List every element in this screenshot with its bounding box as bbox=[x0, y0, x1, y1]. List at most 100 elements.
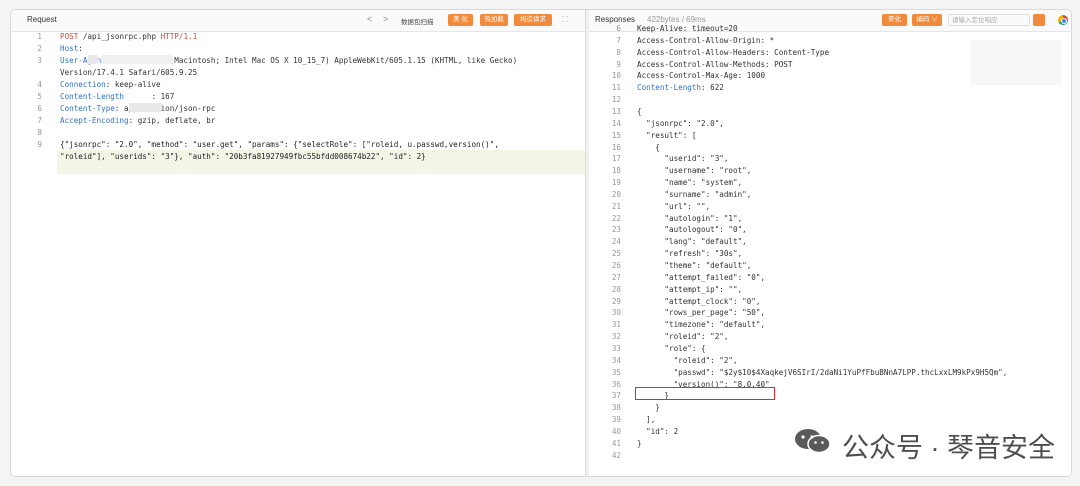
code-line: "result": [ bbox=[637, 131, 697, 140]
line-number: 31 bbox=[611, 320, 621, 329]
code-line: "url": "", bbox=[637, 202, 711, 211]
code-token: Content-Length bbox=[60, 92, 125, 101]
code-line: {"jsonrpc": "2.0", "method": "user.get",… bbox=[60, 140, 499, 149]
line-number: 25 bbox=[611, 249, 621, 258]
line-number: 42 bbox=[611, 451, 621, 460]
code-token: Version/17.4.1 Safari/605.9.25 bbox=[60, 68, 198, 77]
code-line: "roleid": "2", bbox=[637, 332, 729, 341]
line-number: 7 bbox=[616, 36, 621, 45]
wechat-icon bbox=[795, 429, 831, 454]
code-line: "roleid"], "userids": "3"}, "auth": "20b… bbox=[60, 152, 426, 161]
code-line: "passwd": "$2y$10$4XaqkejV6SIrI/2daNi1Yu… bbox=[637, 368, 1008, 377]
line-number: 33 bbox=[611, 344, 621, 353]
line-number: 11 bbox=[611, 83, 621, 92]
code-line: "username": "root", bbox=[637, 166, 752, 175]
code-token: User-Agent bbox=[60, 56, 106, 65]
line-number: 10 bbox=[611, 71, 621, 80]
watermark-text: 公众号 · 琴音安全 bbox=[842, 433, 1055, 463]
line-number: 21 bbox=[611, 202, 621, 211]
line-number: 28 bbox=[611, 285, 621, 294]
code-token: Connection bbox=[60, 80, 106, 89]
line-number: 19 bbox=[611, 178, 621, 187]
response-meta: 422bytes / 69ms bbox=[647, 15, 706, 24]
code-line: "jsonrpc": "2.0", bbox=[637, 119, 724, 128]
code-token: Accept-Encoding bbox=[60, 116, 129, 125]
code-line: "timezone": "default", bbox=[637, 320, 766, 329]
code-token: /api_jsonrpc.php bbox=[78, 32, 161, 41]
line-number: 13 bbox=[611, 107, 621, 116]
hot-load-button[interactable]: 热加载 bbox=[480, 14, 508, 26]
code-line: "lang": "default", bbox=[637, 237, 747, 246]
code-token: HTTP/1.1 bbox=[160, 32, 198, 41]
code-line: "refresh": "30s", bbox=[637, 249, 743, 258]
code-line: { bbox=[637, 143, 660, 152]
code-token: : keep-alive bbox=[105, 80, 161, 89]
encode-dropdown[interactable]: 编码 ∨ bbox=[912, 14, 942, 26]
code-line: Connection: keep-alive bbox=[60, 80, 161, 89]
line-number: 9 bbox=[616, 60, 621, 69]
chrome-icon[interactable] bbox=[1058, 15, 1068, 25]
code-line: } bbox=[637, 403, 660, 412]
code-token: "roleid"], "userids": "3"}, "auth": "20b… bbox=[60, 152, 426, 161]
line-number: 4 bbox=[37, 80, 42, 89]
code-token: POST bbox=[60, 32, 79, 41]
version-highlight-box bbox=[635, 387, 775, 400]
line-number: 26 bbox=[611, 261, 621, 270]
redacted-length-tag bbox=[129, 103, 162, 112]
code-line: "roleid": "2", bbox=[637, 356, 738, 365]
expand-icon[interactable]: ⛶ bbox=[562, 15, 568, 25]
code-token: Content-Type bbox=[60, 104, 115, 113]
code-line: "id": 2 bbox=[637, 427, 679, 436]
line-number: 5 bbox=[37, 92, 42, 101]
line-number: 38 bbox=[611, 403, 621, 412]
code-line: "rows_per_page": "50", bbox=[637, 308, 766, 317]
line-number: 37 bbox=[611, 391, 621, 400]
line-number: 18 bbox=[611, 166, 621, 175]
line-number: 16 bbox=[611, 143, 621, 152]
construct-request-button[interactable]: 构造请求 bbox=[514, 14, 552, 26]
code-line: Version/17.4.1 Safari/605.9.25 bbox=[60, 68, 197, 77]
code-line: "name": "system", bbox=[637, 178, 743, 187]
redacted-host-value bbox=[101, 55, 173, 64]
line-number: 15 bbox=[611, 131, 621, 140]
line-number: 2 bbox=[37, 44, 42, 53]
beautify-button[interactable]: 美化 bbox=[882, 14, 907, 26]
code-line: "attempt_clock": "0", bbox=[637, 297, 761, 306]
code-token: Host bbox=[60, 44, 79, 53]
line-number: 17 bbox=[611, 154, 621, 163]
code-line: "attempt_ip": "", bbox=[637, 285, 743, 294]
line-number: 22 bbox=[611, 214, 621, 223]
code-line: "autologin": "1", bbox=[637, 214, 743, 223]
code-line: "surname": "admin", bbox=[637, 190, 752, 199]
line-number: 6 bbox=[37, 104, 42, 113]
code-line: "userid": "3", bbox=[637, 154, 729, 163]
code-line: Host: bbox=[60, 44, 87, 53]
code-line: POST /api_jsonrpc.php HTTP/1.1 bbox=[60, 32, 197, 41]
line-number: 20 bbox=[611, 190, 621, 199]
packet-scan-label[interactable]: 数据包扫描 bbox=[401, 16, 434, 26]
line-number: 6 bbox=[616, 24, 621, 33]
code-token: {"jsonrpc": "2.0", "method": "user.get",… bbox=[60, 140, 499, 149]
code-line: "autologout": "0", bbox=[637, 225, 747, 234]
line-number: 29 bbox=[611, 297, 621, 306]
response-search-input[interactable]: 请输入定位响应 bbox=[948, 14, 1030, 26]
code-line: Content-Length : 167 bbox=[60, 92, 174, 101]
app-window: Request < > 数据包扫描 美 化 热加载 构造请求 ⛶ 1 POST /… bbox=[10, 9, 1072, 477]
request-header: Request < > 数据包扫描 美 化 热加载 构造请求 ⛶ bbox=[11, 10, 589, 32]
line-number: 24 bbox=[611, 237, 621, 246]
search-icon[interactable] bbox=[1033, 14, 1045, 26]
next-arrow-icon[interactable]: > bbox=[383, 14, 388, 24]
code-line: Accept-Encoding: gzip, deflate, br bbox=[60, 116, 215, 125]
beautify-button[interactable]: 美 化 bbox=[448, 14, 473, 26]
redacted-host-icon bbox=[88, 55, 98, 64]
code-line: "attempt_failed": "0", bbox=[637, 273, 766, 282]
code-line: Access-Control-Max-Age: 1000 bbox=[637, 71, 766, 80]
line-number: 35 bbox=[611, 368, 621, 377]
line-number: 12 bbox=[611, 95, 621, 104]
line-number: 34 bbox=[611, 356, 621, 365]
code-line: Content-Length: 622 bbox=[637, 83, 724, 92]
code-line: "theme": "default", bbox=[637, 261, 752, 270]
response-pane: Responses 422bytes / 69ms 美化 编码 ∨ 请输入定位响… bbox=[589, 10, 1071, 476]
prev-arrow-icon[interactable]: < bbox=[367, 14, 372, 24]
line-number: 3 bbox=[37, 56, 42, 65]
